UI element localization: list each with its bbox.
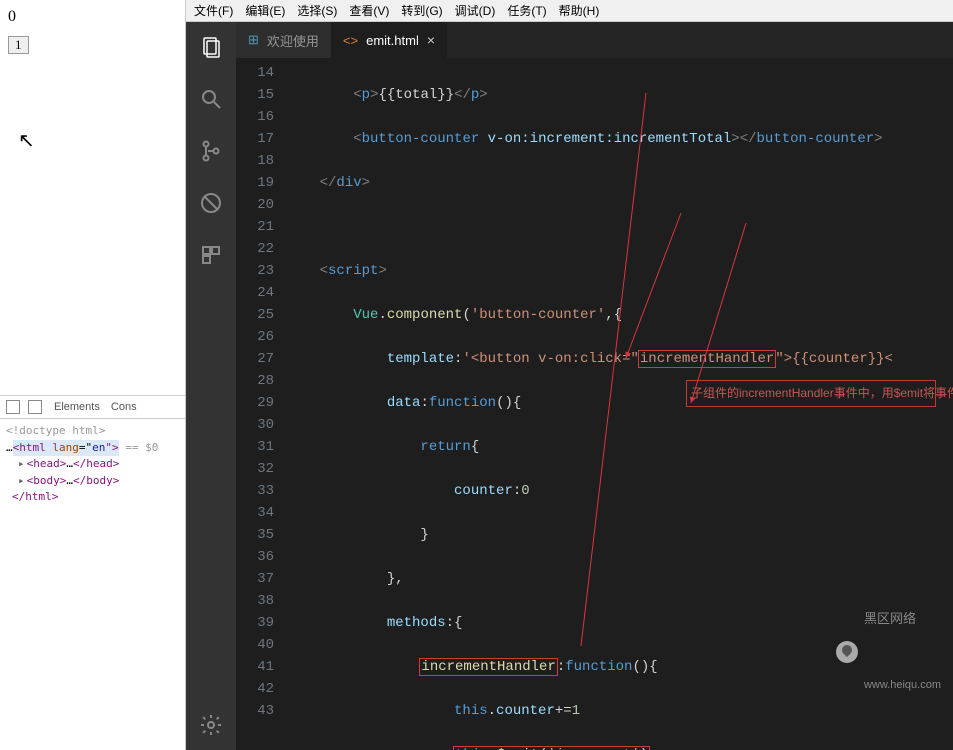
devtools-toolbar: Elements Cons: [0, 396, 185, 419]
devtools-panel: Elements Cons <!doctype html> …<html lan…: [0, 395, 185, 750]
line-gutter: 1415161718192021222324252627282930313233…: [236, 58, 286, 750]
close-icon[interactable]: ×: [427, 32, 435, 48]
browser-panel: 0 1 ↖ Elements Cons <!doctype html> …<ht…: [0, 0, 186, 750]
watermark-logo-icon: [836, 641, 858, 663]
tabs-row: ⊞ 欢迎使用 <> emit.html ×: [236, 22, 953, 58]
counter-button[interactable]: 1: [8, 36, 29, 54]
settings-icon[interactable]: [198, 712, 224, 738]
tab-emit-html[interactable]: <> emit.html ×: [331, 22, 447, 58]
devtools-tab-elements[interactable]: Elements: [50, 401, 104, 413]
search-icon[interactable]: [198, 86, 224, 112]
menu-view[interactable]: 查看(V): [349, 2, 389, 19]
page-preview: 0 1 ↖: [0, 0, 185, 395]
devtools-tab-console[interactable]: Cons: [107, 401, 141, 413]
cursor-icon: ↖: [18, 128, 35, 153]
html-file-icon: <>: [343, 33, 358, 48]
vscode-icon: ⊞: [248, 32, 259, 48]
menu-edit[interactable]: 编辑(E): [245, 2, 285, 19]
code-editor[interactable]: 1415161718192021222324252627282930313233…: [236, 58, 953, 750]
explorer-icon[interactable]: [198, 34, 224, 60]
menu-file[interactable]: 文件(F): [194, 2, 233, 19]
code-content[interactable]: <p>{{total}}</p> <button-counter v-on:in…: [286, 58, 953, 750]
menu-select[interactable]: 选择(S): [297, 2, 337, 19]
menu-debug[interactable]: 调试(D): [455, 2, 496, 19]
highlight-increment-handler-template: incrementHandler: [639, 351, 775, 367]
menu-bar: 文件(F) 编辑(E) 选择(S) 查看(V) 转到(G) 调试(D) 任务(T…: [186, 0, 953, 22]
total-display: 0: [8, 8, 177, 26]
watermark: 黑区网络 www.heiqu.com: [836, 564, 941, 740]
dom-tree[interactable]: <!doctype html> …<html lang="en"> == $0 …: [0, 419, 185, 510]
menu-goto[interactable]: 转到(G): [401, 2, 442, 19]
device-icon[interactable]: [28, 400, 42, 414]
annotation-text: 子组件的incrementHandler事件中，用$emit将事件发出去。记得这…: [686, 380, 936, 407]
menu-tasks[interactable]: 任务(T): [507, 2, 546, 19]
source-control-icon[interactable]: [198, 138, 224, 164]
extensions-icon[interactable]: [198, 242, 224, 268]
menu-help[interactable]: 帮助(H): [559, 2, 600, 19]
highlight-increment-handler-method: incrementHandler: [420, 659, 556, 675]
activity-bar: [186, 22, 236, 750]
inspect-icon[interactable]: [6, 400, 20, 414]
editor-panel: 文件(F) 编辑(E) 选择(S) 查看(V) 转到(G) 调试(D) 任务(T…: [186, 0, 953, 750]
debug-icon[interactable]: [198, 190, 224, 216]
tab-welcome[interactable]: ⊞ 欢迎使用: [236, 22, 331, 58]
